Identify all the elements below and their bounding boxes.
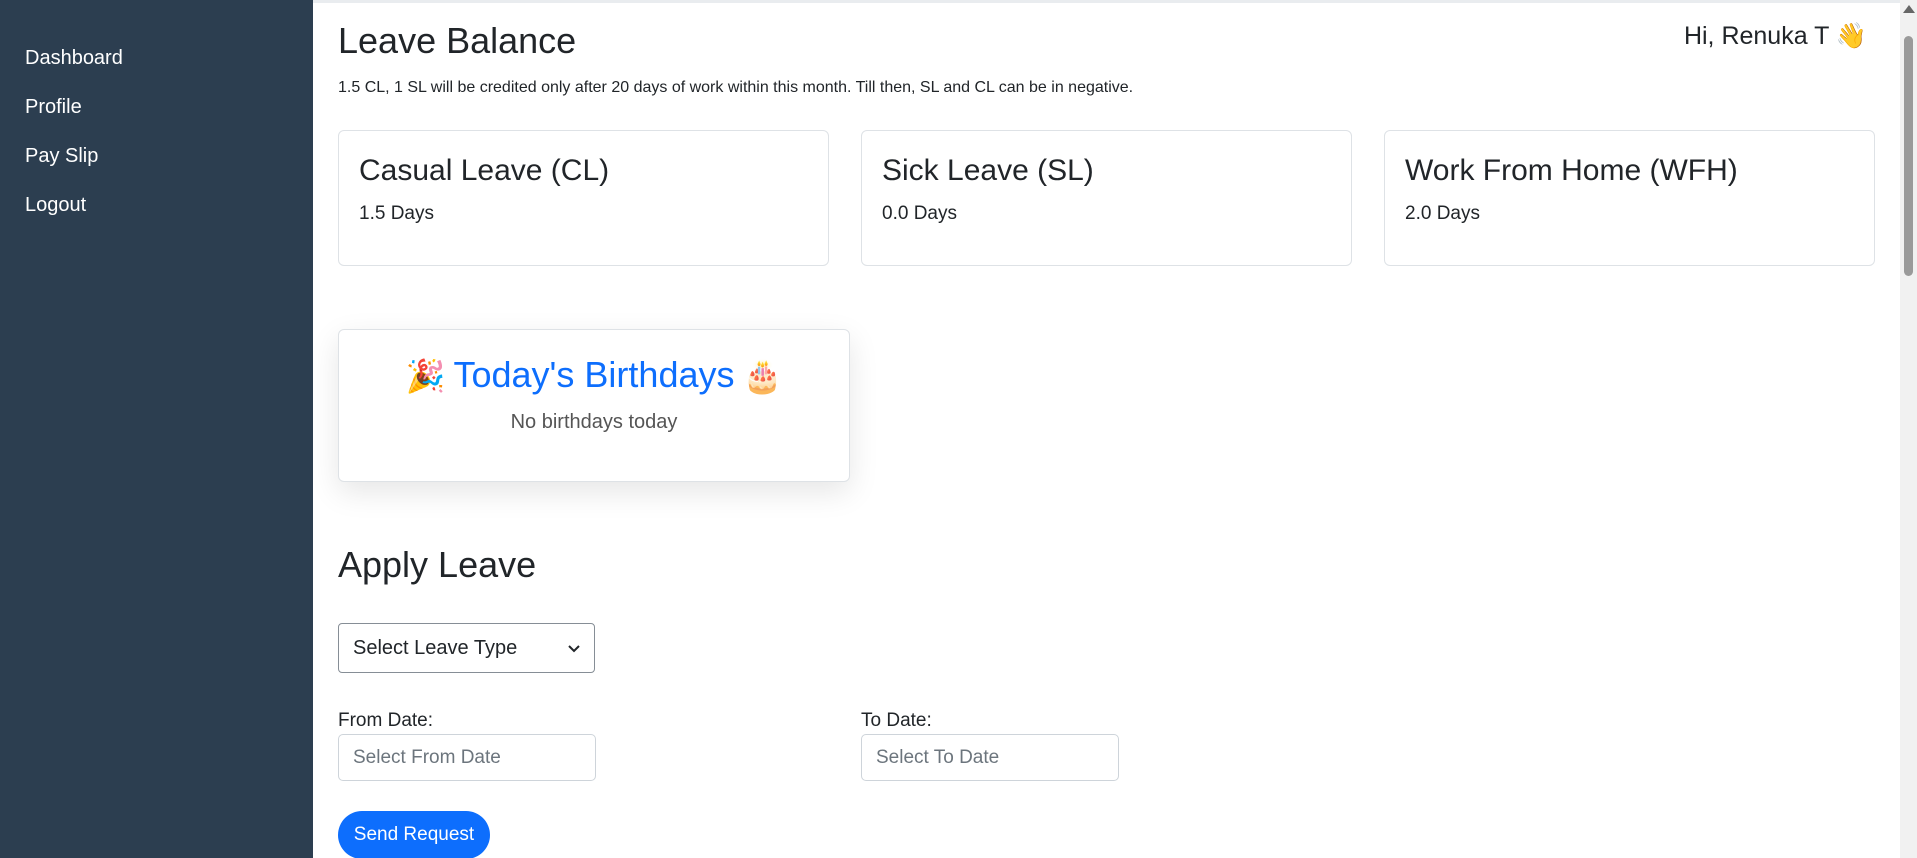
wfh-card: Work From Home (WFH) 2.0 Days [1384, 130, 1875, 266]
birthday-cake-icon: 🎂 [742, 358, 783, 394]
sidebar-item-dashboard[interactable]: Dashboard [0, 46, 313, 70]
apply-leave-title: Apply Leave [338, 544, 537, 585]
main-content: Leave Balance Hi, Renuka T 👋 1.5 CL, 1 S… [313, 3, 1900, 858]
casual-leave-title: Casual Leave (CL) [359, 154, 610, 187]
birthdays-card: 🎉 Today's Birthdays 🎂 No birthdays today [338, 329, 850, 482]
birthdays-heading: 🎉 Today's Birthdays 🎂 [339, 352, 849, 399]
casual-leave-card: Casual Leave (CL) 1.5 Days [338, 130, 829, 266]
page-title: Leave Balance [338, 20, 577, 61]
from-date-label: From Date: [338, 710, 434, 731]
scroll-thumb[interactable] [1904, 36, 1913, 276]
sidebar-item-profile[interactable]: Profile [0, 95, 313, 119]
to-date-label: To Date: [861, 710, 932, 731]
sidebar-item-pay-slip[interactable]: Pay Slip [0, 144, 313, 168]
birthdays-empty-message: No birthdays today [510, 411, 678, 433]
sick-leave-card: Sick Leave (SL) 0.0 Days [861, 130, 1352, 266]
sidebar: Dashboard Profile Pay Slip Logout [0, 0, 313, 858]
vertical-scrollbar[interactable] [1900, 0, 1917, 858]
party-popper-icon: 🎉 [405, 358, 446, 394]
app-root: Dashboard Profile Pay Slip Logout Leave … [0, 0, 1917, 858]
leave-credit-notice: 1.5 CL, 1 SL will be credited only after… [338, 79, 1134, 96]
sick-leave-title: Sick Leave (SL) [882, 154, 1094, 187]
user-greeting: Hi, Renuka T 👋 [1683, 22, 1867, 50]
send-request-button[interactable]: Send Request [338, 811, 490, 858]
chevron-down-icon [568, 640, 580, 656]
birthdays-title: Today's Birthdays [453, 354, 735, 395]
scroll-up-arrow-icon[interactable] [1903, 5, 1915, 13]
to-date-input[interactable] [861, 734, 1119, 781]
leave-type-selected: Select Leave Type [353, 636, 518, 659]
sidebar-item-logout[interactable]: Logout [0, 193, 313, 217]
leave-type-select[interactable]: Select Leave Type [338, 623, 595, 673]
sick-leave-value: 0.0 Days [882, 203, 957, 224]
from-date-input[interactable] [338, 734, 596, 781]
casual-leave-value: 1.5 Days [359, 203, 434, 224]
wfh-title: Work From Home (WFH) [1405, 154, 1738, 187]
wfh-value: 2.0 Days [1405, 203, 1480, 224]
